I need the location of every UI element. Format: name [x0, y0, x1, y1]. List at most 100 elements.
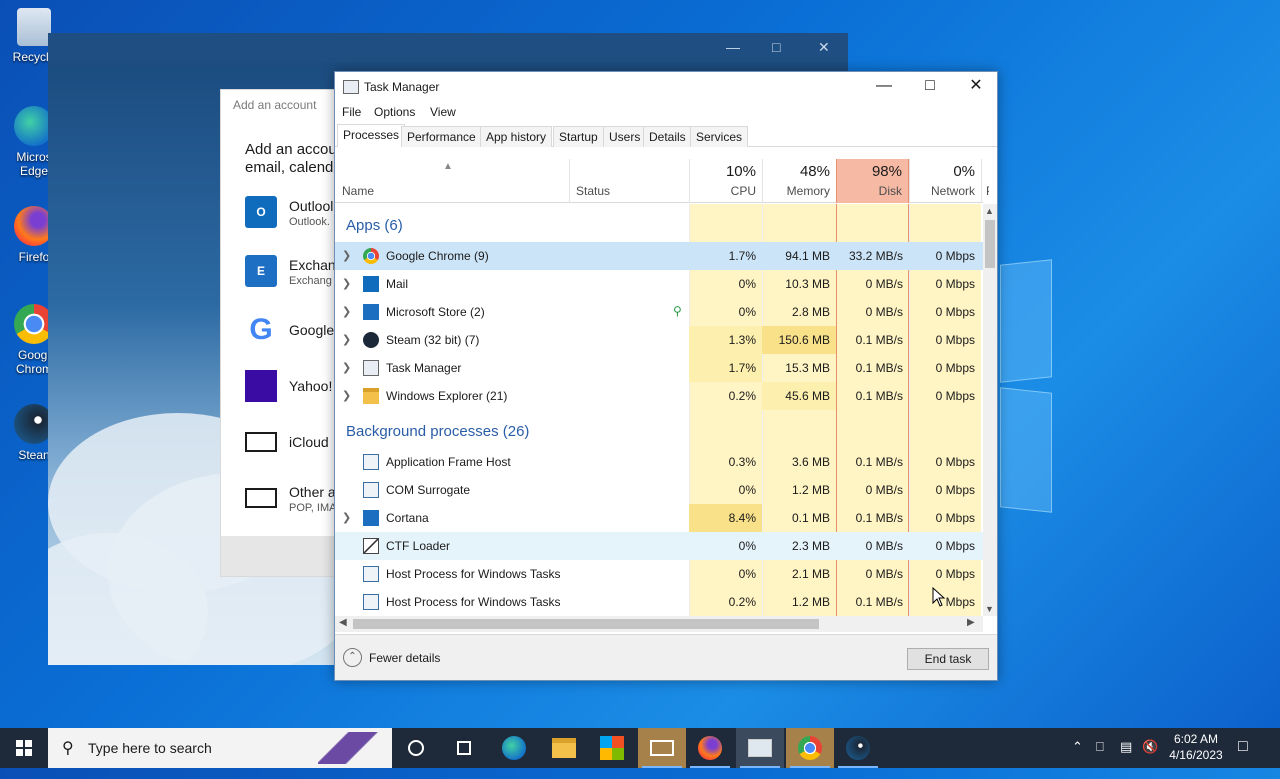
taskbar-task-view[interactable]: [440, 728, 488, 768]
process-row-microsoft-store[interactable]: ❯ Microsoft Store (2) ⚲ 0% 2.8 MB 0 MB/s…: [335, 298, 983, 326]
network-icon[interactable]: ▤: [1120, 739, 1132, 779]
menu-view[interactable]: View: [430, 105, 456, 119]
column-header-network[interactable]: 0% Network: [909, 159, 981, 203]
expand-chevron-icon[interactable]: ❯: [342, 382, 351, 410]
store-icon: [363, 304, 379, 320]
edge-icon: [502, 736, 526, 760]
title-bar[interactable]: Task Manager — □ ✕: [335, 72, 997, 102]
taskbar-chrome[interactable]: [786, 728, 834, 768]
file-explorer-icon: [552, 738, 576, 758]
steam-icon: [846, 736, 870, 760]
show-hidden-icons-chevron-icon[interactable]: ⌃: [1072, 739, 1083, 779]
process-row-google-chrome[interactable]: ❯ Google Chrome (9) 1.7% 94.1 MB 33.2 MB…: [335, 242, 983, 270]
app-frame-icon: [363, 566, 379, 582]
footer-bar: ⌃ Fewer details End task: [335, 634, 997, 680]
column-header-power[interactable]: P: [981, 159, 989, 203]
chrome-icon: [363, 248, 379, 264]
windows-logo-pane: [1000, 259, 1052, 383]
process-row-host-process-2[interactable]: Host Process for Windows Tasks 0.2% 1.2 …: [335, 588, 983, 616]
volume-muted-icon[interactable]: 🔇: [1142, 739, 1158, 779]
app-frame-icon: [363, 454, 379, 470]
expand-chevron-icon[interactable]: ❯: [342, 298, 351, 326]
expand-chevron-icon[interactable]: ❯: [342, 354, 351, 382]
group-header-apps[interactable]: Apps (6): [346, 212, 403, 240]
cortana-icon: [363, 510, 379, 526]
close-button[interactable]: ✕: [953, 72, 999, 102]
firefox-icon: [698, 736, 722, 760]
efficiency-leaf-icon: ⚲: [673, 304, 682, 318]
dialog-title: Add an account: [233, 98, 317, 112]
network-adapter-icon[interactable]: ⎕: [1096, 739, 1104, 779]
task-manager-icon: [363, 360, 379, 376]
tab-services[interactable]: Services: [690, 126, 749, 147]
google-icon: G: [249, 313, 273, 346]
expand-chevron-icon[interactable]: ❯: [342, 242, 351, 270]
tab-performance[interactable]: Performance: [401, 126, 482, 147]
taskbar-search-box[interactable]: ⚲ Type here to search: [48, 728, 392, 768]
process-row-com-surrogate[interactable]: COM Surrogate 0% 1.2 MB 0 MB/s 0 Mbps: [335, 476, 983, 504]
tab-details[interactable]: Details: [643, 126, 692, 147]
maximize-button[interactable]: □: [907, 72, 953, 102]
scroll-up-arrow-icon[interactable]: ▲: [985, 206, 994, 216]
app-frame-icon: [363, 594, 379, 610]
process-row-application-frame-host[interactable]: Application Frame Host 0.3% 3.6 MB 0.1 M…: [335, 448, 983, 476]
search-icon: ⚲: [62, 740, 74, 757]
vertical-scrollbar[interactable]: ▲ ▼: [983, 204, 997, 616]
exchange-icon: E: [245, 255, 277, 287]
scrollbar-thumb[interactable]: [353, 619, 819, 629]
scroll-left-arrow-icon[interactable]: ◀: [339, 617, 347, 628]
column-header-status[interactable]: Status: [569, 159, 689, 203]
expand-chevron-icon[interactable]: ❯: [342, 504, 351, 532]
app-frame-icon: [363, 482, 379, 498]
taskbar-file-explorer[interactable]: [540, 728, 588, 768]
end-task-button[interactable]: End task: [907, 648, 989, 670]
expand-chevron-icon[interactable]: ❯: [342, 270, 351, 298]
expand-chevron-icon[interactable]: ❯: [342, 326, 351, 354]
cortana-icon: [408, 740, 424, 756]
process-row-mail[interactable]: ❯ Mail 0% 10.3 MB 0 MB/s 0 Mbps: [335, 270, 983, 298]
start-button[interactable]: [0, 728, 48, 768]
group-header-background[interactable]: Background processes (26): [346, 418, 529, 446]
menu-file[interactable]: File: [342, 105, 361, 119]
taskbar-firefox[interactable]: [686, 728, 734, 768]
scroll-down-arrow-icon[interactable]: ▼: [985, 604, 994, 614]
tab-startup[interactable]: Startup: [553, 126, 604, 147]
process-row-host-process-1[interactable]: Host Process for Windows Tasks 0% 2.1 MB…: [335, 560, 983, 588]
horizontal-scrollbar[interactable]: ◀ ▶: [335, 616, 983, 632]
maximize-button[interactable]: □: [772, 39, 780, 55]
taskbar-store[interactable]: [588, 728, 636, 768]
process-row-steam[interactable]: ❯ Steam (32 bit) (7) 1.3% 150.6 MB 0.1 M…: [335, 326, 983, 354]
tab-users[interactable]: Users: [603, 126, 647, 147]
column-header-disk[interactable]: 98% Disk: [836, 159, 909, 203]
menu-options[interactable]: Options: [374, 105, 415, 119]
menu-bar: File Options View: [335, 102, 997, 122]
taskbar-task-manager[interactable]: [736, 728, 784, 768]
close-button[interactable]: ✕: [818, 39, 830, 56]
column-header-memory[interactable]: 48% Memory: [762, 159, 836, 203]
recycle-bin-icon: [17, 8, 51, 46]
scrollbar-thumb[interactable]: [985, 220, 995, 268]
taskbar-clock[interactable]: 6:02 AM 4/16/2023: [1166, 731, 1226, 763]
column-header-cpu[interactable]: 10% CPU: [689, 159, 762, 203]
taskbar-cortana[interactable]: [392, 728, 440, 768]
taskbar-mail[interactable]: [638, 728, 686, 768]
process-row-windows-explorer[interactable]: ❯ Windows Explorer (21) 0.2% 45.6 MB 0.1…: [335, 382, 983, 410]
process-row-cortana[interactable]: ❯ Cortana 8.4% 0.1 MB 0.1 MB/s 0 Mbps: [335, 504, 983, 532]
task-manager-window[interactable]: Task Manager — □ ✕ File Options View Pro…: [334, 71, 998, 681]
process-row-ctf-loader[interactable]: CTF Loader 0% 2.3 MB 0 MB/s 0 Mbps: [335, 532, 983, 560]
notification-center-icon[interactable]: □: [1238, 738, 1248, 778]
tab-app-history[interactable]: App history: [480, 126, 553, 147]
tab-processes[interactable]: Processes: [337, 124, 406, 147]
ctf-loader-icon: [363, 538, 379, 554]
taskbar-edge[interactable]: [490, 728, 538, 768]
column-header-name[interactable]: ▲ Name: [335, 159, 569, 203]
windows-logo-icon: [16, 740, 32, 756]
taskbar-steam[interactable]: [834, 728, 882, 768]
sort-up-icon: ▲: [443, 161, 453, 172]
scroll-right-arrow-icon[interactable]: ▶: [967, 617, 975, 628]
mail-icon: [245, 488, 277, 508]
minimize-button[interactable]: —: [861, 72, 907, 102]
minimize-button[interactable]: —: [726, 39, 740, 55]
tab-strip: Processes Performance App history Startu…: [335, 124, 997, 147]
process-row-task-manager[interactable]: ❯ Task Manager 1.7% 15.3 MB 0.1 MB/s 0 M…: [335, 354, 983, 382]
